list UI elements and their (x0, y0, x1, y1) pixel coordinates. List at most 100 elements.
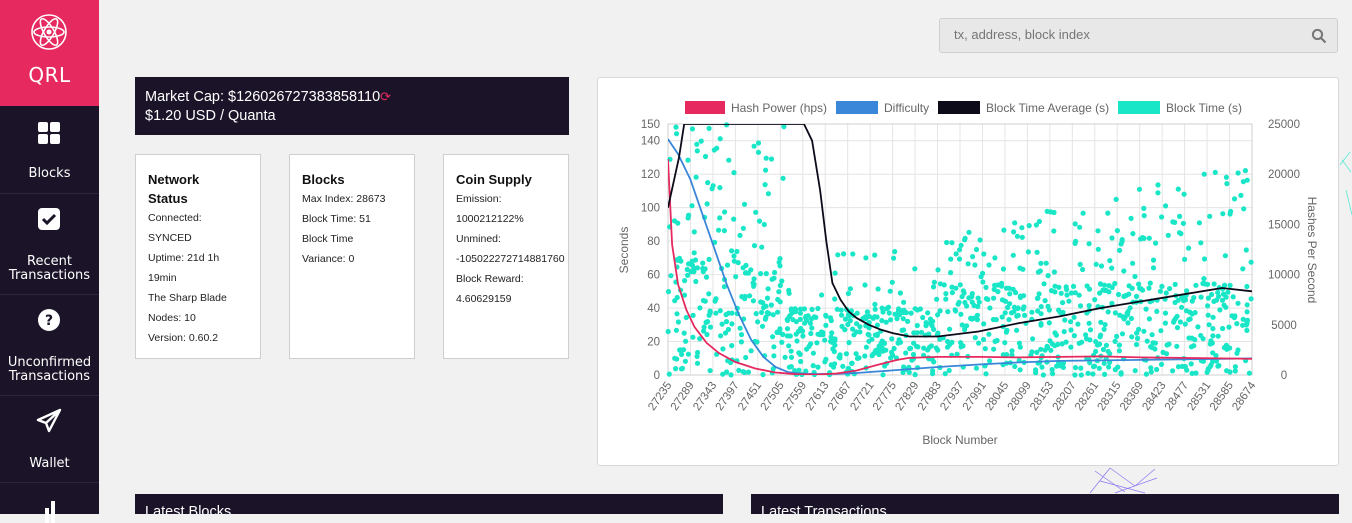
block-time-point (986, 262, 992, 268)
block-time-point (1226, 324, 1232, 330)
block-time-point (724, 262, 731, 268)
block-time-point (1071, 333, 1077, 339)
block-time-point (694, 141, 700, 147)
block-time-point (1217, 307, 1223, 313)
block-time-point (770, 312, 776, 318)
y-tick-label-left: 40 (647, 303, 660, 315)
block-time-point (769, 276, 775, 282)
block-time-point (869, 353, 875, 359)
block-time-point (674, 311, 680, 317)
block-time-point (1102, 322, 1108, 328)
block-time-point (1058, 290, 1064, 296)
block-time-point (999, 314, 1005, 320)
block-time-point (814, 340, 820, 346)
block-time-point (1051, 269, 1057, 275)
refresh-icon[interactable]: ⟳ (380, 89, 391, 104)
card-line: Block Time: 51 (302, 213, 371, 225)
block-time-point (763, 155, 769, 161)
sidebar-item-blocks[interactable]: Blocks (0, 106, 99, 194)
block-time-point (737, 232, 743, 238)
block-time-point (717, 215, 723, 221)
block-time-point (1244, 302, 1250, 308)
block-time-point (777, 256, 783, 262)
block-time-point (872, 306, 878, 312)
block-time-point (743, 354, 749, 361)
block-time-point (1229, 313, 1235, 319)
block-time-point (1042, 347, 1048, 353)
block-time-point (1146, 316, 1152, 322)
block-time-point (731, 253, 737, 259)
block-time-point (1241, 206, 1247, 212)
search-input[interactable] (954, 27, 1294, 42)
block-time-point (828, 339, 835, 345)
block-time-point (731, 216, 737, 222)
block-time-point (796, 350, 802, 356)
block-time-point (694, 360, 701, 366)
block-time-point (759, 244, 765, 250)
block-time-point (872, 301, 878, 307)
card-line: The Sharp Blade (148, 292, 227, 304)
block-time-point (1115, 291, 1122, 298)
block-time-point (1208, 338, 1214, 344)
block-time-point (1141, 328, 1147, 334)
search-box[interactable] (939, 18, 1338, 53)
block-time-point (713, 310, 719, 316)
block-time-point (991, 286, 997, 292)
y-tick-label-left: 100 (641, 203, 660, 215)
block-time-point (788, 364, 794, 370)
block-time-point (957, 282, 963, 288)
block-time-point (1106, 364, 1112, 370)
block-time-point (964, 303, 970, 309)
block-time-point (1231, 196, 1238, 202)
block-time-point (1112, 280, 1118, 287)
y-tick-label-left: 140 (641, 136, 660, 148)
block-time-point (1160, 349, 1166, 355)
block-time-point (1095, 228, 1101, 234)
block-time-point (665, 289, 672, 295)
block-time-point (999, 297, 1005, 303)
sidebar-item-unconfirmed-transactions[interactable]: ? Unconfirmed Transactions (0, 295, 99, 396)
qrl-logo[interactable]: QRL (0, 0, 99, 106)
card-line: -105022272714881760 (456, 253, 565, 265)
block-time-point (982, 346, 988, 352)
block-time-point (1072, 240, 1078, 246)
block-time-point (1066, 298, 1072, 304)
block-time-point (1038, 322, 1044, 328)
block-time-point (1052, 343, 1058, 349)
block-time-point (1049, 367, 1055, 373)
block-time-point (1244, 283, 1250, 290)
block-time-point (1020, 306, 1026, 312)
block-time-point (1232, 368, 1238, 374)
block-time-point (1072, 221, 1078, 227)
block-time-point (706, 256, 712, 262)
sidebar-item-wallet[interactable]: Wallet (0, 396, 99, 483)
block-time-point (742, 293, 748, 300)
block-time-point (1149, 344, 1155, 351)
block-time-point (948, 270, 954, 276)
sidebar-item-recent-transactions[interactable]: Recent Transactions (0, 194, 99, 295)
block-time-point (959, 322, 965, 328)
block-time-point (784, 326, 791, 332)
block-time-point (1223, 294, 1229, 300)
y-tick-label-right: 25000 (1268, 119, 1300, 131)
block-time-point (1043, 260, 1049, 266)
block-time-point (914, 307, 921, 313)
block-time-point (1084, 283, 1090, 289)
block-time-point (1175, 186, 1181, 192)
y-tick-label-right: 5000 (1271, 320, 1297, 332)
block-time-point (1201, 256, 1208, 262)
block-time-point (1037, 268, 1043, 274)
search-icon[interactable] (1311, 28, 1327, 44)
block-time-point (1116, 348, 1122, 354)
block-time-point (1098, 263, 1105, 269)
block-time-point (1076, 340, 1082, 346)
block-time-point (1014, 327, 1020, 333)
block-time-point (1248, 259, 1254, 265)
block-time-point (935, 330, 941, 336)
block-time-point (718, 333, 724, 339)
block-time-point (944, 239, 950, 246)
block-time-point (784, 316, 790, 323)
block-time-point (678, 366, 685, 372)
sidebar-item-stats[interactable] (0, 483, 99, 523)
block-time-point (765, 286, 771, 292)
